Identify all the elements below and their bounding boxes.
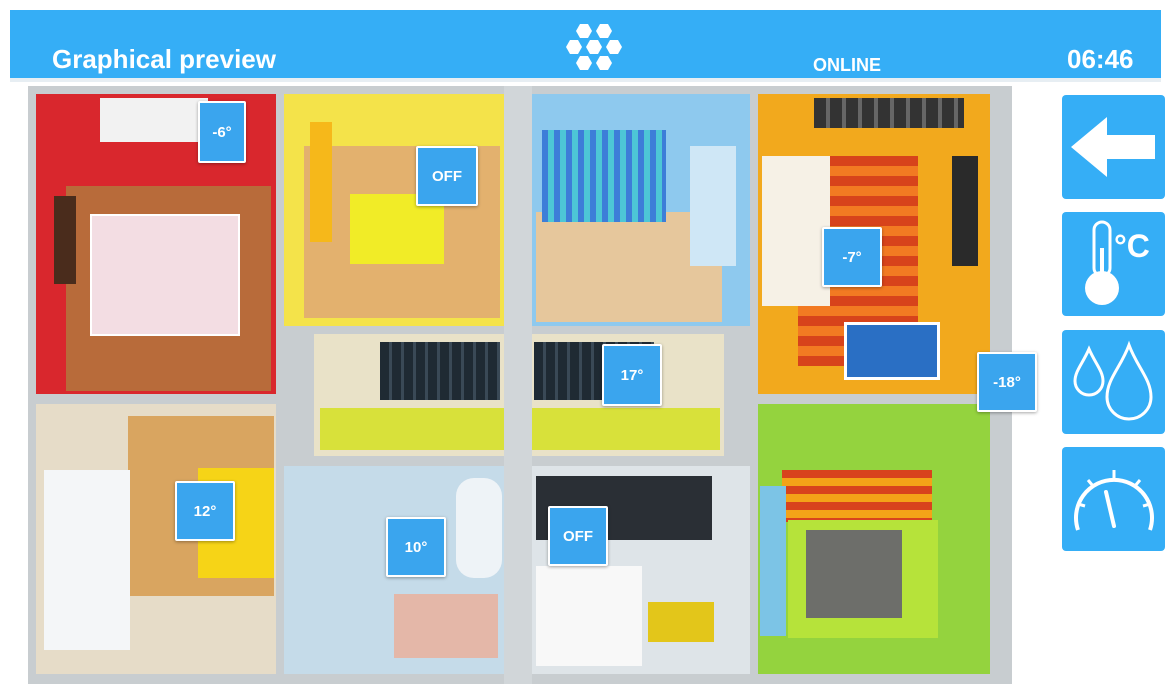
white-cabinet xyxy=(44,470,130,650)
hexagon-cluster-icon xyxy=(566,24,622,70)
header-divider xyxy=(10,78,1161,82)
green-rug xyxy=(782,470,932,522)
room-temp-badge[interactable]: 12° xyxy=(175,481,235,541)
painting xyxy=(54,196,76,284)
blue-desk xyxy=(690,146,736,266)
page-title: Graphical preview xyxy=(52,44,276,74)
gauge-button[interactable] xyxy=(1062,447,1165,551)
header-bar: Graphical preview ONLINE 06:46 xyxy=(10,10,1161,78)
blue-shelf xyxy=(760,486,786,636)
grey-bed xyxy=(806,530,902,618)
arrow-left-icon xyxy=(1070,117,1155,177)
washer xyxy=(536,566,642,666)
stairs-left xyxy=(380,342,500,400)
bathtub xyxy=(456,478,502,578)
room-temp-badge[interactable]: OFF xyxy=(548,506,608,566)
room-temp-badge[interactable]: 17° xyxy=(602,344,662,406)
yellow-bins xyxy=(648,602,714,642)
center-wall xyxy=(504,86,532,684)
sofa xyxy=(762,156,830,306)
gauge-icon xyxy=(1073,470,1154,531)
clock: 06:46 xyxy=(1067,44,1134,74)
connection-status: ONLINE xyxy=(813,55,882,75)
room-temp-badge[interactable]: -7° xyxy=(822,227,882,287)
room-temp-badge[interactable]: OFF xyxy=(416,146,478,206)
bath-cabinet xyxy=(394,594,498,658)
floor-plan: -6° OFF 17° -7° 12° 10° OFF xyxy=(28,86,1012,684)
wardrobe xyxy=(100,98,208,142)
temperature-unit-label: °C xyxy=(1114,228,1150,264)
foosball-table xyxy=(844,322,940,380)
room-temp-badge[interactable]: -18° xyxy=(977,352,1037,412)
temperature-button[interactable]: °C xyxy=(1062,212,1165,316)
radiator xyxy=(814,98,964,128)
room-temp-badge[interactable]: -6° xyxy=(198,101,246,163)
bed xyxy=(90,214,240,336)
humidity-button[interactable] xyxy=(1062,330,1165,434)
tv xyxy=(952,156,978,266)
back-button[interactable] xyxy=(1062,95,1165,199)
striped-bed xyxy=(542,130,666,222)
yellow-shelf xyxy=(310,122,332,242)
room-temp-badge[interactable]: 10° xyxy=(386,517,446,577)
water-drops-icon xyxy=(1072,340,1153,421)
